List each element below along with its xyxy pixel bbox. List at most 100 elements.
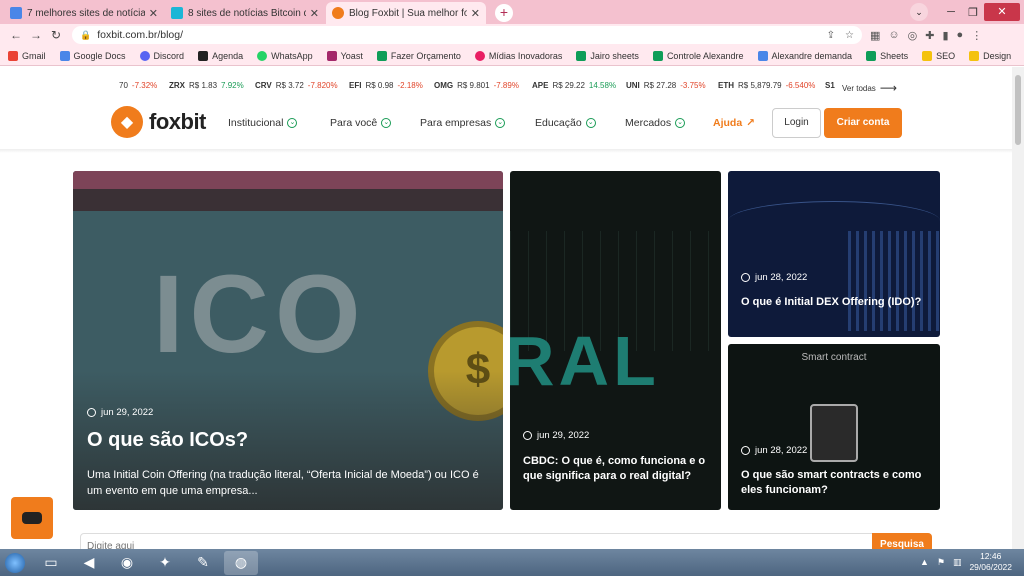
post-card-ido[interactable]: jun 28, 2022 O que é Initial DEX Offerin… [728, 171, 940, 337]
arrow-right-icon: ⟶ [879, 81, 898, 95]
bookmark-design[interactable]: Design [969, 50, 1011, 61]
bookmark-midias-inovadoras[interactable]: Mídias Inovadoras [474, 50, 563, 61]
nav-item-ajuda[interactable]: Ajuda ↗ [713, 117, 755, 129]
docs-favicon-icon [10, 7, 22, 19]
browser-tab-1[interactable]: 7 melhores sites de notícia sobre ✕ [4, 2, 164, 24]
bookmark-controle-alexandre[interactable]: Controle Alexandre [652, 50, 744, 61]
extension-icon[interactable]: ▦ [870, 29, 880, 42]
new-tab-button[interactable]: + [495, 4, 513, 22]
explorer-taskbar-icon[interactable]: ▭ [34, 551, 68, 575]
reload-icon[interactable]: ↻ [46, 28, 66, 42]
scrollbar-thumb[interactable] [1015, 75, 1021, 145]
steam-taskbar-icon[interactable]: ◉ [110, 551, 144, 575]
web-page: 70 -7.32% ZRX R$ 1.83 7.92% CRV R$ 3.72 -7.82… [0, 67, 1012, 549]
restore-icon[interactable]: ❐ [962, 6, 984, 19]
minimize-icon[interactable]: ─ [940, 6, 962, 18]
bookmark-alexandre-demanda[interactable]: Alexandre demanda [757, 50, 852, 61]
close-tab-icon[interactable]: ✕ [310, 7, 319, 20]
post-card-cbdc[interactable]: RAL jun 29, 2022 CBDC: O que é, como fun… [510, 171, 721, 510]
browser-tab-2[interactable]: 8 sites de notícias Bitcoin que to ✕ [165, 2, 325, 24]
see-all-link[interactable]: Ver todas ⟶ [842, 81, 897, 95]
bookmark-jairo-sheets[interactable]: Jairo sheets [576, 50, 639, 61]
login-button[interactable]: Login [772, 108, 821, 138]
bookmark-label: Sheets [880, 50, 909, 61]
start-button[interactable] [0, 550, 30, 576]
browser-tab-3-active[interactable]: Blog Foxbit | Sua melhor fonte de ✕ [326, 2, 486, 24]
paint-taskbar-icon[interactable]: ✎ [186, 551, 220, 575]
volume-taskbar-icon[interactable]: ◀ [72, 551, 106, 575]
post-title[interactable]: O que é Initial DEX Offering (IDO)? [741, 295, 931, 310]
app-taskbar-icon[interactable]: ✦ [148, 551, 182, 575]
bookmark-gmail[interactable]: Gmail [8, 50, 46, 61]
page-scrollbar[interactable] [1012, 67, 1024, 549]
extension-icon[interactable]: ◎ [908, 29, 918, 42]
bookmark-seo[interactable]: SEO [922, 50, 955, 61]
bookmark-agenda[interactable]: Agenda [198, 50, 244, 61]
puzzle-icon[interactable]: ✚ [925, 29, 934, 42]
ticker-item[interactable]: ZRX R$ 1.83 7.92% [169, 81, 244, 90]
bookmark-label: Agenda [212, 50, 244, 61]
nav-item-para-voce[interactable]: Para você ⌄ [330, 117, 392, 129]
clock-icon [523, 431, 532, 440]
flag-icon[interactable]: ⚑ [937, 557, 945, 568]
foxbit-logo[interactable]: ◆ foxbit [111, 106, 206, 138]
chat-bubble-icon [22, 512, 42, 524]
ticker-item[interactable]: UNI R$ 27.28 -3.75% [626, 81, 706, 90]
clock-icon [741, 273, 750, 282]
ticker-item[interactable]: CRV R$ 3.72 -7.820% [255, 81, 338, 90]
avatar[interactable]: ● [957, 29, 964, 42]
bookmark-sheets[interactable]: Sheets [866, 50, 909, 61]
bookmark-discord[interactable]: Discord [139, 50, 184, 61]
side-panel-icon[interactable]: ▮ [942, 29, 948, 42]
tray-up-icon[interactable]: ▲ [920, 557, 929, 567]
external-link-icon: ↗ [746, 117, 755, 129]
bookmark-yoast[interactable]: Yoast [326, 50, 363, 61]
ticker-item[interactable]: ETH R$ 5,879.79 -6.540% [718, 81, 815, 90]
bookmark-label: Controle Alexandre [666, 50, 744, 61]
nav-item-educacao[interactable]: Educação ⌄ [535, 117, 596, 129]
tab-search-icon[interactable]: ⌄ [910, 3, 928, 21]
taskbar-clock[interactable]: 12:46 29/06/2022 [969, 551, 1012, 573]
ticker-item[interactable]: EFI R$ 0.98 -2.18% [349, 81, 423, 90]
network-icon[interactable]: ▥ [953, 557, 962, 568]
browser-tab-strip: 7 melhores sites de notícia sobre ✕ 8 si… [0, 0, 1024, 24]
back-icon[interactable]: ← [6, 28, 26, 42]
bookmark-google-docs[interactable]: Google Docs [59, 50, 126, 61]
ticker-item[interactable]: OMG R$ 9.801 -7.89% [434, 81, 519, 90]
search-button[interactable]: Pesquisa [872, 533, 932, 549]
windows-taskbar: ▭ ◀ ◉ ✦ ✎ ◍ ▲ ⚑ ▥ 12:46 29/06/2022 [0, 549, 1024, 576]
bookmark-star-icon[interactable]: ☆ [845, 30, 854, 41]
sheets-icon [576, 50, 587, 61]
menu-dots-icon[interactable]: ⋮ [971, 29, 982, 42]
bookmark-label: Mídias Inovadoras [488, 50, 563, 61]
close-tab-icon[interactable]: ✕ [149, 7, 158, 20]
share-icon[interactable]: ⇪ [827, 30, 835, 41]
post-title[interactable]: O que são smart contracts e como eles fu… [741, 468, 931, 498]
create-account-button[interactable]: Criar conta [824, 108, 902, 138]
nav-item-mercados[interactable]: Mercados ⌄ [625, 117, 686, 129]
extension-icon[interactable]: ☺ [888, 29, 899, 42]
lock-icon[interactable]: 🔒 [80, 30, 91, 41]
search-input[interactable] [87, 538, 867, 549]
bookmark-fazer-orcamento[interactable]: Fazer Orçamento [376, 50, 461, 61]
post-image-label: Smart contract [801, 352, 867, 363]
close-tab-icon[interactable]: ✕ [471, 7, 480, 20]
nav-item-para-empresas[interactable]: Para empresas ⌄ [420, 117, 506, 129]
ticker-item[interactable]: 70 -7.32% [115, 81, 157, 90]
ticker-item[interactable]: S1 [825, 81, 835, 90]
nav-item-institucional[interactable]: Institucional ⌄ [228, 117, 298, 129]
ticker-item[interactable]: APE R$ 29.22 14.58% [532, 81, 616, 90]
chat-widget-button[interactable] [11, 497, 53, 539]
close-window-icon[interactable]: ✕ [984, 3, 1020, 21]
brand-name: foxbit [149, 109, 206, 134]
chrome-taskbar-icon[interactable]: ◍ [224, 550, 258, 575]
post-title[interactable]: O que são ICOs? [87, 429, 248, 452]
system-tray: ▲ ⚑ ▥ 12:46 29/06/2022 [920, 551, 1012, 573]
post-card-smart-contracts[interactable]: Smart contract jun 28, 2022 O que são sm… [728, 344, 940, 510]
featured-post-card[interactable]: ICO $ jun 29, 2022 O que são ICOs? Uma I… [73, 171, 503, 510]
bookmark-whatsapp[interactable]: WhatsApp [257, 50, 313, 61]
forward-icon[interactable]: → [26, 28, 46, 42]
post-title[interactable]: CBDC: O que é, como funciona e o que sig… [523, 454, 713, 484]
discord-icon [139, 50, 150, 61]
address-bar[interactable]: 🔒 foxbit.com.br/blog/ ⇪ ☆ [72, 26, 862, 44]
